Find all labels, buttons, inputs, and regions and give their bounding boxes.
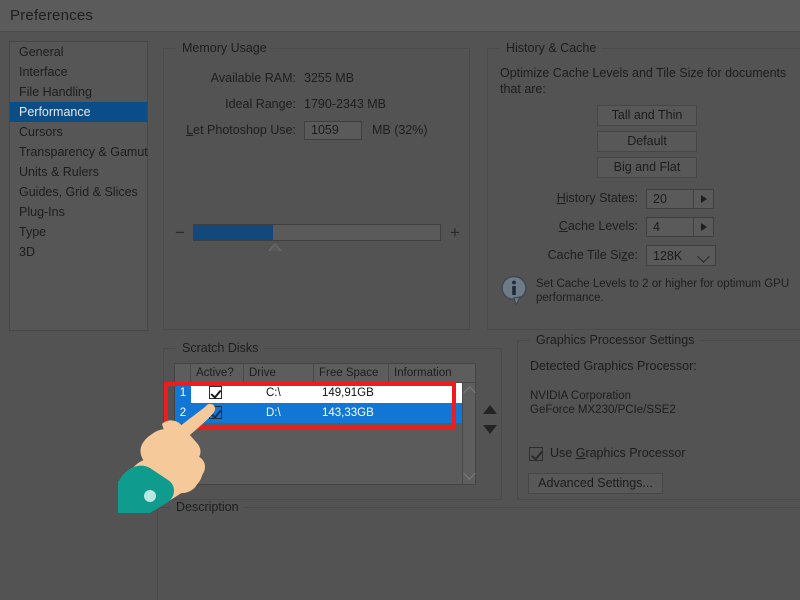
history-states-label: History States: (556, 191, 638, 206)
sidebar-item-guides-grid-slices[interactable]: Guides, Grid & Slices (10, 182, 147, 202)
slider-thumb-inner (270, 245, 280, 251)
scroll-up-icon[interactable] (463, 386, 476, 399)
slider-plus-icon[interactable]: + (448, 224, 462, 241)
sidebar-item-file-handling[interactable]: File Handling (10, 82, 147, 102)
graphics-processor-legend: Graphics Processor Settings (530, 333, 701, 347)
column-header-index (175, 364, 191, 382)
cache-levels-value: 4 (653, 220, 660, 234)
sidebar-item-general[interactable]: General (10, 42, 147, 62)
scratch-disks-scrollbar[interactable] (462, 383, 476, 484)
sidebar-item-transparency-gamut[interactable]: Transparency & Gamut (10, 142, 148, 162)
column-header-drive[interactable]: Drive (244, 364, 314, 382)
ideal-range-row: Ideal Range: 1790-2343 MB (164, 97, 469, 111)
sidebar-item-cursors[interactable]: Cursors (10, 122, 147, 142)
dialog-titlebar: Preferences (0, 0, 800, 32)
preset-default-button[interactable]: Default (597, 131, 697, 152)
let-photoshop-use-row: Let Photoshop Use: 1059 MB (32%) (164, 121, 469, 140)
cache-tile-size-value: 128K (653, 249, 683, 263)
preset-tall-and-thin-button[interactable]: Tall and Thin (597, 105, 697, 126)
ideal-range-label: Ideal Range: (225, 97, 296, 111)
let-photoshop-use-input[interactable]: 1059 (304, 121, 362, 140)
history-cache-group: History & Cache Optimize Cache Levels an… (487, 41, 800, 330)
gpu-info: NVIDIA Corporation GeForce MX230/PCIe/SS… (530, 389, 676, 417)
page-title: Preferences (10, 7, 94, 24)
cache-levels-spinner[interactable]: 4 (646, 217, 714, 237)
cache-levels-row: Cache Levels: 4 (488, 217, 714, 237)
cache-levels-arrow-icon[interactable] (693, 218, 713, 236)
history-cache-legend: History & Cache (500, 41, 603, 55)
gpu-vendor: NVIDIA Corporation (530, 390, 631, 402)
move-up-icon[interactable] (483, 405, 497, 414)
sidebar-item-performance[interactable]: Performance (10, 102, 147, 122)
history-states-arrow-icon[interactable] (693, 190, 713, 208)
memory-usage-group: Memory Usage Available RAM: 3255 MB Ideal… (163, 41, 470, 330)
slider-minus-icon[interactable]: − (173, 224, 187, 241)
memory-slider[interactable]: − + (173, 219, 463, 259)
row-drive: D:\ (266, 407, 281, 419)
row-free-space: 149,91GB (322, 387, 374, 399)
preferences-category-list[interactable]: General Interface File Handling Performa… (9, 41, 148, 331)
info-icon (500, 275, 530, 309)
cache-levels-label: Cache Levels: (558, 219, 638, 234)
available-ram-label: Available RAM: (210, 71, 296, 85)
cache-tile-size-label: Cache Tile Size: (547, 247, 638, 262)
pointing-hand-cursor (118, 398, 238, 513)
memory-percent-suffix: MB (32%) (372, 122, 428, 137)
available-ram-value: 3255 MB (304, 71, 355, 85)
preferences-dialog: Preferences General Interface File Handl… (0, 0, 800, 600)
column-header-active[interactable]: Active? (191, 364, 244, 382)
detected-gpu-label: Detected Graphics Processor: (530, 359, 697, 373)
history-cache-intro: Optimize Cache Levels and Tile Size for … (500, 66, 787, 96)
slider-track[interactable] (193, 224, 441, 241)
column-header-free-space[interactable]: Free Space (314, 364, 389, 382)
let-photoshop-use-label: Let Photoshop Use: (186, 122, 296, 137)
row-free-space: 143,33GB (322, 407, 374, 419)
row-drive: C:\ (266, 387, 281, 399)
advanced-settings-button[interactable]: Advanced Settings... (528, 473, 663, 494)
scratch-disks-table-header: Active? Drive Free Space Information (175, 364, 475, 383)
chevron-down-icon[interactable] (697, 250, 710, 263)
history-states-value: 20 (653, 192, 667, 206)
checkbox-icon[interactable] (529, 447, 543, 461)
preset-big-and-flat-button[interactable]: Big and Flat (597, 157, 697, 178)
cache-tile-size-row: Cache Tile Size: 128K (488, 245, 716, 266)
graphics-processor-group: Graphics Processor Settings Detected Gra… (517, 333, 800, 500)
scratch-disks-legend: Scratch Disks (176, 341, 265, 355)
history-states-spinner[interactable]: 20 (646, 189, 714, 209)
gpu-cache-note: Set Cache Levels to 2 or higher for opti… (536, 278, 790, 304)
sidebar-item-plug-ins[interactable]: Plug-Ins (10, 202, 147, 222)
column-header-information[interactable]: Information (389, 364, 474, 382)
scroll-down-icon[interactable] (463, 467, 476, 480)
memory-usage-legend: Memory Usage (176, 41, 273, 55)
sidebar-item-type[interactable]: Type (10, 222, 147, 242)
cache-tile-size-dropdown[interactable]: 128K (646, 245, 716, 266)
available-ram-row: Available RAM: 3255 MB (164, 71, 469, 85)
history-states-row: History States: 20 (488, 189, 714, 209)
ideal-range-value: 1790-2343 MB (304, 97, 387, 111)
sidebar-item-3d[interactable]: 3D (10, 242, 147, 262)
sidebar-item-interface[interactable]: Interface (10, 62, 147, 82)
slider-fill (194, 225, 273, 240)
sidebar-item-units-rulers[interactable]: Units & Rulers (10, 162, 147, 182)
gpu-model: GeForce MX230/PCIe/SSE2 (530, 404, 676, 416)
description-group: Description (157, 500, 800, 600)
move-down-icon[interactable] (483, 425, 497, 434)
scratch-disk-reorder-controls[interactable] (482, 405, 498, 449)
use-graphics-processor-label: Use Graphics Processor (550, 446, 686, 460)
